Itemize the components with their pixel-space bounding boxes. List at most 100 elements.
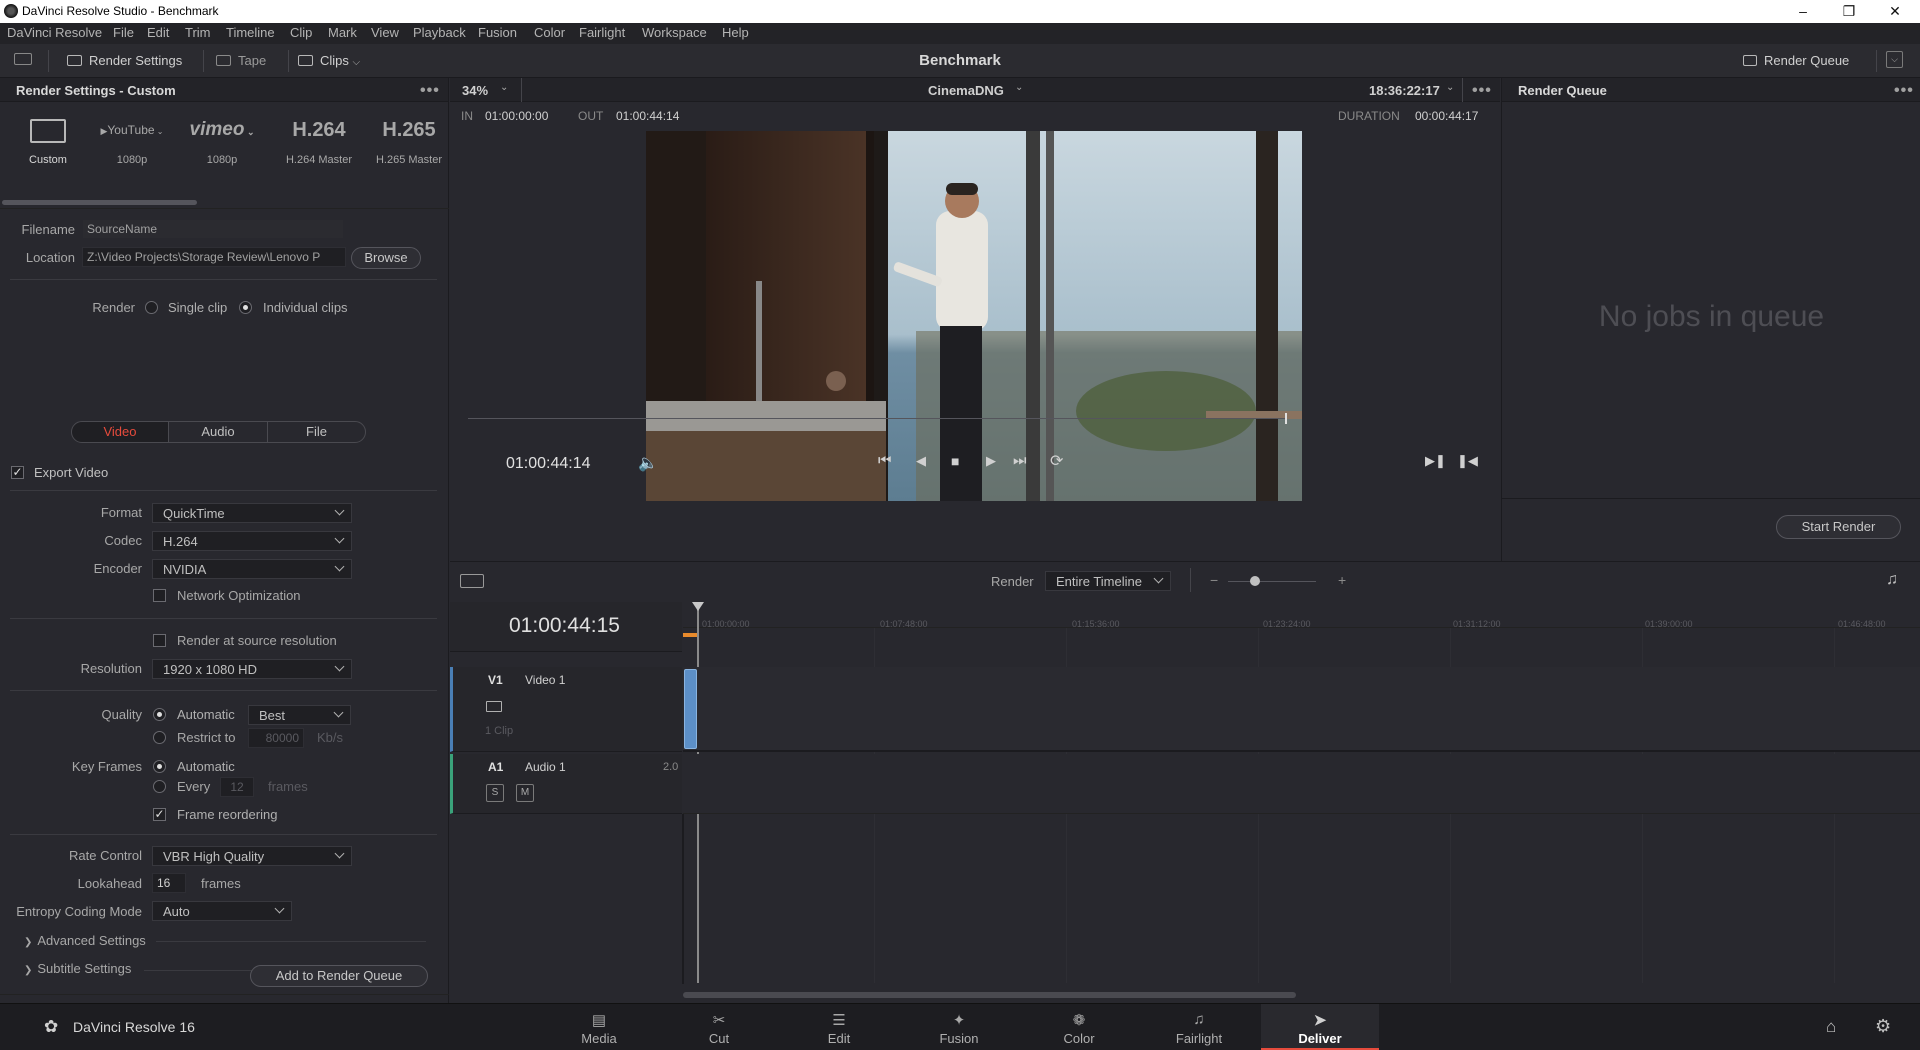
filename-field[interactable]: SourceName [82,219,344,239]
expand-icon[interactable]: ⌵ [1886,51,1903,68]
audio-track-lane[interactable] [683,754,1920,814]
browse-button[interactable]: Browse [351,247,421,269]
preset-vimeo[interactable]: vimeo ⌄ 1080p [177,110,267,166]
clips-button[interactable]: Clips ⌵ [298,53,360,68]
frame-reordering-checkbox[interactable]: ✓ [153,808,166,821]
more-options-icon[interactable]: ••• [1894,82,1914,100]
preset-h265[interactable]: H.265 H.265 Master [364,110,454,166]
volume-icon[interactable]: 🔈 [638,453,658,473]
render-source-resolution-checkbox[interactable] [153,634,166,647]
resolution-select[interactable]: 1920 x 1080 HD [152,659,352,679]
play-reverse-icon[interactable]: ◀ [916,453,926,469]
preset-h264[interactable]: H.264 H.264 Master [274,110,364,166]
more-options-icon[interactable]: ••• [1472,82,1492,100]
video-track-lane[interactable] [683,667,1920,752]
page-fusion[interactable]: ✦ Fusion [909,1004,1009,1050]
tab-video[interactable]: Video [71,421,169,443]
presets-scrollbar[interactable] [2,200,197,205]
minimize-icon[interactable]: – [1780,0,1826,23]
menu-mark[interactable]: Mark [328,25,357,40]
menu-trim[interactable]: Trim [185,25,211,40]
network-optimization-checkbox[interactable] [153,589,166,602]
video-clip[interactable] [684,669,697,749]
audio-meter-icon[interactable]: ♫ [1886,571,1898,589]
preset-custom[interactable]: Custom [3,110,93,166]
scrubber-track[interactable] [468,418,1286,419]
menu-playback[interactable]: Playback [413,25,466,40]
tab-audio[interactable]: Audio [168,421,268,443]
go-to-end-icon[interactable]: ⏭ [1013,452,1027,469]
individual-clips-radio[interactable] [239,301,252,314]
rate-control-select[interactable]: VBR High Quality [152,846,352,866]
render-range-select[interactable]: Entire Timeline [1045,571,1171,591]
keyframes-automatic-radio[interactable] [153,760,166,773]
chevron-down-icon[interactable]: ⌄ [500,82,508,93]
menu-color[interactable]: Color [534,25,565,40]
menu-file[interactable]: File [113,25,134,40]
page-deliver[interactable]: ➤ Deliver [1261,1004,1379,1050]
single-clip-radio[interactable] [145,301,158,314]
every-frames-field[interactable]: 12 [220,777,254,797]
preset-youtube[interactable]: ▶YouTube ⌄ 1080p [87,110,177,166]
export-video-checkbox[interactable]: ✓ [11,466,24,479]
play-icon[interactable]: ▶ [986,453,996,469]
location-field[interactable]: Z:\Video Projects\Storage Review\Lenovo … [82,247,346,267]
subtitle-settings-toggle[interactable]: ❯ Subtitle Settings [24,961,131,976]
codec-select[interactable]: H.264 [152,531,352,551]
restrict-to-radio[interactable] [153,731,166,744]
quality-select[interactable]: Best [248,705,351,725]
menu-help[interactable]: Help [722,25,749,40]
chevron-down-icon[interactable]: ⌄ [1015,82,1023,93]
entropy-coding-select[interactable]: Auto [152,901,292,921]
loop-icon[interactable]: ⟳ [1050,451,1063,471]
render-queue-button[interactable]: Render Queue [1743,53,1849,68]
panel-toggle-icon[interactable] [14,53,32,65]
more-options-icon[interactable]: ••• [420,82,440,100]
mute-button[interactable]: M [516,784,534,802]
gear-icon[interactable]: ⚙ [1875,1016,1891,1037]
menu-fusion[interactable]: Fusion [478,25,517,40]
zoom-level[interactable]: 34% [462,83,488,98]
solo-button[interactable]: S [486,784,504,802]
previous-clip-icon[interactable]: ❚◀ [1457,453,1478,469]
restrict-bitrate-field[interactable]: 80000 [248,728,304,748]
encoder-select[interactable]: NVIDIA [152,559,352,579]
advanced-settings-toggle[interactable]: ❯ Advanced Settings [24,933,146,948]
menu-timeline[interactable]: Timeline [226,25,275,40]
format-select[interactable]: QuickTime [152,503,352,523]
tab-file[interactable]: File [267,421,366,443]
playhead-marker[interactable] [1285,413,1287,424]
stop-icon[interactable]: ■ [951,453,959,469]
keyframes-every-radio[interactable] [153,780,166,793]
page-edit[interactable]: ☰ Edit [789,1004,889,1050]
chevron-down-icon[interactable]: ⌄ [1446,82,1454,93]
start-render-button[interactable]: Start Render [1776,515,1901,539]
menu-fairlight[interactable]: Fairlight [579,25,625,40]
home-icon[interactable]: ⌂ [1826,1017,1836,1037]
viewer-timecode[interactable]: 18:36:22:17 [1369,83,1440,98]
page-media[interactable]: ▤ Media [549,1004,649,1050]
menu-davinci-resolve[interactable]: DaVinci Resolve [7,25,102,40]
maximize-icon[interactable]: ❐ [1826,0,1872,23]
timeline-view-icon[interactable] [460,574,484,588]
audio-track-header[interactable]: A1 Audio 1 2.0 S M [450,754,682,814]
render-settings-button[interactable]: Render Settings [67,53,182,68]
page-color[interactable]: ❁ Color [1029,1004,1129,1050]
close-icon[interactable]: ✕ [1872,0,1918,23]
quality-automatic-radio[interactable] [153,708,166,721]
tape-button[interactable]: Tape [216,53,266,68]
page-cut[interactable]: ✂ Cut [669,1004,769,1050]
zoom-slider-handle[interactable] [1250,576,1260,586]
video-track-header[interactable]: V1 Video 1 1 Clip [450,667,682,752]
timeline-scrollbar[interactable] [683,992,1296,998]
add-to-render-queue-button[interactable]: Add to Render Queue [250,965,428,987]
zoom-in-icon[interactable]: + [1338,572,1346,588]
zoom-slider-track[interactable] [1228,581,1316,582]
next-clip-icon[interactable]: ▶❚ [1425,453,1446,469]
menu-clip[interactable]: Clip [290,25,312,40]
page-fairlight[interactable]: ♫ Fairlight [1149,1004,1249,1050]
playhead-handle[interactable] [692,602,704,611]
menu-edit[interactable]: Edit [147,25,169,40]
zoom-out-icon[interactable]: − [1210,572,1218,588]
clip-name[interactable]: CinemaDNG [928,83,1004,98]
